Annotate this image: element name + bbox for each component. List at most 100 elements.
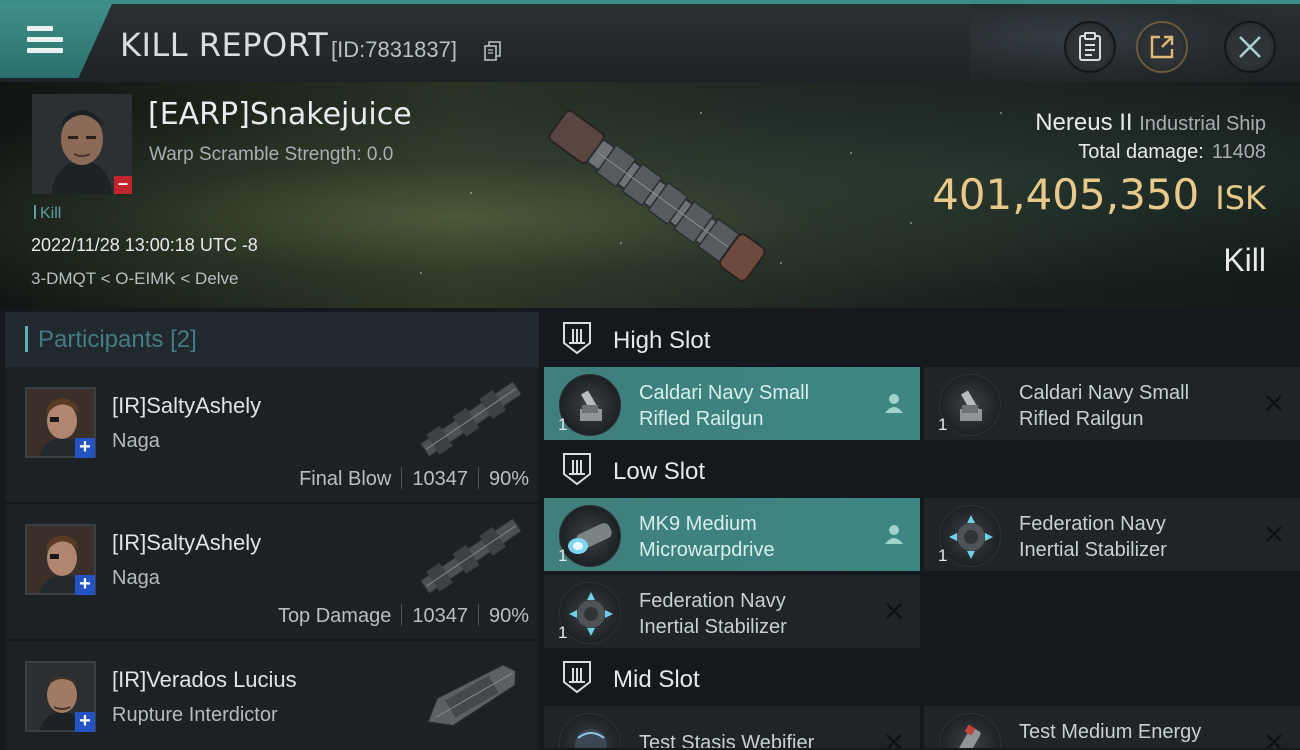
participants-count: [2] (170, 326, 197, 353)
divider (401, 467, 403, 489)
report-button[interactable] (1064, 21, 1116, 73)
x-icon (1266, 395, 1282, 411)
total-damage-label: Total damage: (1078, 141, 1204, 163)
participant-ship: Naga (112, 430, 160, 452)
participant-ship-image (419, 380, 523, 458)
participant-ship: Naga (112, 567, 160, 589)
participant-stats: Top Damage 10347 90% (278, 604, 529, 628)
low-slot-title: Low Slot (613, 458, 706, 485)
module-name: MK9 Medium Microwarpdrive (639, 511, 879, 563)
top-bar: KILL REPORT [ID:7831837] (0, 0, 1300, 86)
x-icon (1266, 734, 1282, 748)
module-quantity: 1 (558, 546, 568, 565)
share-button[interactable] (1136, 21, 1188, 73)
module-quantity: 1 (558, 415, 568, 434)
total-damage: Total damage: 11408 (1078, 141, 1266, 164)
module-quantity: 1 (938, 415, 948, 434)
module-name-line2: Rifled Railgun (1019, 408, 1144, 430)
mid-slot-header: Mid Slot (544, 651, 1300, 706)
participant-row[interactable]: + [IR]SaltyAshely Naga Final Blow 10347 90… (5, 367, 539, 504)
ship-class: Industrial Ship (1139, 113, 1266, 135)
participant-damage: 10347 (412, 468, 468, 490)
module-name: Test Stasis Webifier (639, 730, 879, 748)
module-name-line1: Test Medium Energy (1019, 721, 1202, 743)
participant-name[interactable]: [IR]SaltyAshely (112, 393, 261, 419)
module-quantity: 1 (938, 546, 948, 565)
participant-percent: 90% (488, 468, 529, 490)
fitting-panel: High Slot 1 Caldari Navy Small Rifled Rai… (544, 312, 1300, 750)
victim-ship[interactable]: Nereus II Industrial Ship (1035, 109, 1266, 137)
participant-ship: Rupture Interdictor (112, 704, 278, 726)
high-slot-modules: 1 Caldari Navy Small Rifled Railgun 1 Cal… (544, 367, 1300, 440)
module-name: Federation Navy Inertial Stabilizer (1019, 511, 1259, 563)
module-name: Caldari Navy Small Rifled Railgun (639, 380, 879, 432)
participant-name[interactable]: [IR]Verados Lucius (112, 667, 297, 693)
module-item[interactable]: Test Medium Energy (924, 706, 1300, 748)
module-name-line2: Rifled Railgun (639, 408, 764, 430)
inertial-stabilizer-icon (939, 505, 1001, 567)
menu-button[interactable] (0, 4, 112, 78)
copy-icon[interactable] (484, 41, 502, 61)
module-name-line1: Caldari Navy Small (1019, 382, 1190, 404)
loss-badge: – (114, 174, 132, 194)
participant-stats: Final Blow 10347 90% (299, 467, 529, 491)
module-item[interactable]: 1 MK9 Medium Microwarpdrive (544, 498, 920, 571)
railgun-icon (559, 374, 621, 436)
mid-slot-title: Mid Slot (613, 666, 700, 693)
module-name-line2: Inertial Stabilizer (1019, 539, 1167, 561)
isk-amount: 401,405,350 (932, 170, 1200, 219)
mid-slot-icon (563, 661, 591, 694)
participant-row[interactable]: + [IR]SaltyAshely Naga Top Damage 10347 90… (5, 504, 539, 641)
high-slot-icon (563, 322, 591, 355)
module-item[interactable]: 1 Caldari Navy Small Rifled Railgun (544, 367, 920, 440)
total-damage-value: 11408 (1211, 141, 1266, 163)
corp-plus-badge: + (75, 711, 95, 732)
stasis-webifier-icon (559, 713, 621, 748)
module-item[interactable]: 1 Federation Navy Inertial Stabilizer (924, 498, 1300, 571)
module-name-line2: Microwarpdrive (639, 539, 775, 561)
module-quantity: 1 (558, 623, 568, 642)
kill-location[interactable]: 3-DMQT < O-EIMK < Delve (31, 269, 239, 289)
victim-banner: – [EARP]Snakejuice Warp Scramble Strengt… (0, 82, 1300, 308)
participant-name[interactable]: [IR]SaltyAshely (112, 530, 261, 556)
isk-unit: ISK (1215, 179, 1266, 217)
module-item[interactable]: 1 Federation Navy Inertial Stabilizer (544, 575, 920, 648)
participants-panel: Participants [2] + [IR]SaltyAshely Naga … (5, 312, 539, 750)
close-button[interactable] (1224, 21, 1276, 73)
module-name-line1: Federation Navy (1019, 513, 1166, 535)
high-slot-header: High Slot (544, 312, 1300, 367)
x-icon (1266, 526, 1282, 542)
kill-result: Kill (1223, 242, 1266, 278)
module-name: Federation Navy Inertial Stabilizer (639, 588, 879, 640)
module-item[interactable]: Test Stasis Webifier (544, 706, 920, 748)
corp-plus-badge: + (75, 574, 95, 595)
participants-label: Participants (38, 326, 164, 353)
low-slot-modules: 1 MK9 Medium Microwarpdrive 1 Federation … (544, 498, 1300, 648)
participant-row[interactable]: + [IR]Verados Lucius Rupture Interdictor (5, 641, 539, 750)
kill-date: 2022/11/28 13:00:18 UTC -8 (31, 235, 258, 255)
corp-plus-badge: + (75, 437, 95, 458)
railgun-icon (939, 374, 1001, 436)
victim-ship-image[interactable] (525, 94, 785, 294)
participant-damage: 10347 (412, 605, 468, 627)
kill-id: [ID:7831837] (331, 37, 457, 62)
module-name-line2: Inertial Stabilizer (639, 616, 787, 638)
microwarpdrive-icon (559, 505, 621, 567)
module-item[interactable]: 1 Caldari Navy Small Rifled Railgun (924, 367, 1300, 440)
divider (477, 604, 479, 626)
warp-scramble-strength: Warp Scramble Strength: 0.0 (149, 144, 394, 165)
energy-module-icon (939, 713, 1001, 748)
share-icon (1150, 35, 1174, 59)
close-icon (1239, 36, 1261, 58)
hamburger-icon (27, 26, 63, 54)
participant-ship-image (426, 663, 517, 727)
participants-header: Participants [2] (5, 312, 539, 367)
ship-type-name: Nereus II (1035, 109, 1133, 136)
module-name-line1: Federation Navy (639, 590, 786, 612)
inertial-stabilizer-icon (559, 582, 621, 644)
person-icon (885, 394, 903, 413)
participant-ship-image (419, 517, 523, 595)
divider (477, 467, 479, 489)
victim-name[interactable]: [EARP]Snakejuice (148, 97, 412, 132)
x-icon (886, 603, 902, 619)
